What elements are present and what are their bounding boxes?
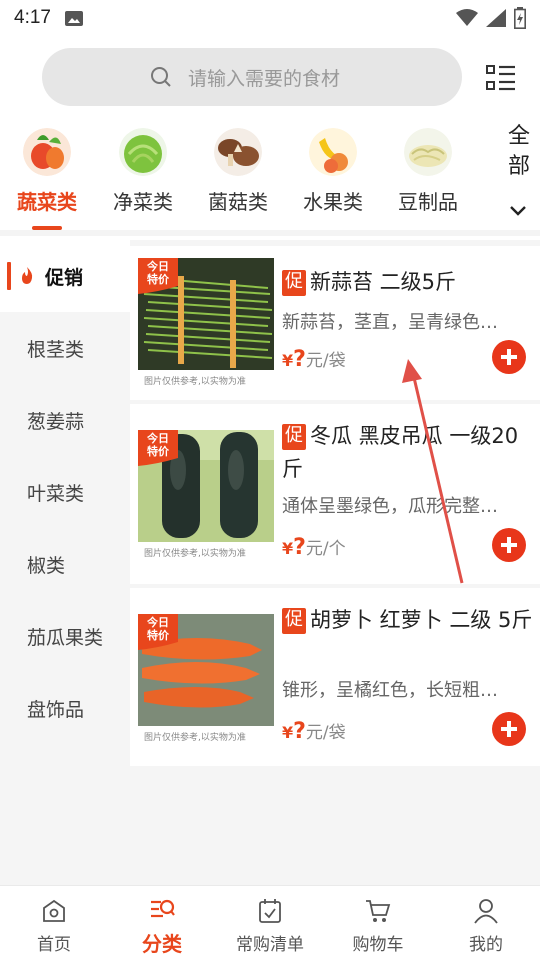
product-card[interactable]: 今日 特价 图片仅供参考,以实物为准 促冬瓜 黑皮吊瓜 一级20斤 通体呈墨绿色，… — [130, 404, 540, 584]
list-view-icon[interactable] — [486, 64, 516, 92]
category-search-icon — [151, 899, 175, 918]
sidebar-item-garnish[interactable]: 盘饰品 — [0, 672, 130, 744]
sidebar-item-label: 茄瓜果类 — [27, 626, 104, 649]
product-card[interactable]: 今日 特价 图片仅供参考,以实物为准 促胡萝卜 红萝卜 二级 5斤 锥形，呈橘红色… — [130, 588, 540, 766]
product-price: ¥?元/袋 — [282, 347, 346, 372]
image-notification-icon — [64, 10, 83, 26]
profile-icon — [474, 899, 498, 924]
sidebar-active-indicator — [7, 262, 11, 290]
category-label: 水果类 — [303, 190, 363, 214]
product-image: 今日 特价 — [138, 614, 274, 726]
hot-flame-icon — [22, 267, 33, 284]
search-input[interactable]: 请输入需要的食材 — [42, 48, 462, 106]
product-title: 促胡萝卜 红萝卜 二级 5斤 — [282, 604, 534, 637]
status-time: 4:17 — [14, 7, 51, 28]
product-price: ¥?元/袋 — [282, 719, 346, 744]
product-list: 今日 特价 图片仅供参考,以实物为准 促新蒜苔 二级5斤 新蒜苔，茎直，呈青绿色…… — [130, 240, 540, 885]
category-mushrooms-image — [214, 128, 262, 176]
image-disclaimer: 图片仅供参考,以实物为准 — [144, 549, 246, 559]
promo-tag: 促 — [282, 270, 306, 296]
product-description: 锥形，呈橘红色，长短粗… — [282, 680, 498, 701]
sidebar-item-label: 根茎类 — [27, 338, 85, 361]
sidebar-item-label: 盘饰品 — [27, 698, 85, 721]
nav-home[interactable]: 首页 — [0, 886, 108, 960]
category-all-label: 全 部 — [507, 124, 530, 179]
promo-tag: 促 — [282, 608, 306, 634]
product-image: 今日 特价 — [138, 258, 274, 370]
annotation-arrow-icon — [402, 359, 464, 584]
nav-category[interactable]: 分类 — [108, 886, 216, 960]
category-fruits[interactable]: 水果类 — [286, 118, 380, 230]
sidebar-item-roots[interactable]: 根茎类 — [0, 312, 130, 384]
battery-icon — [514, 7, 526, 29]
add-to-cart-button[interactable] — [492, 528, 526, 562]
category-clean-vegetables-image — [119, 128, 167, 176]
category-soy-products[interactable]: 豆制品 — [381, 118, 475, 230]
status-right — [456, 7, 526, 29]
nav-label: 常购清单 — [236, 935, 304, 955]
sidebar-item-leafy[interactable]: 叶菜类 — [0, 456, 130, 528]
product-card[interactable]: 今日 特价 图片仅供参考,以实物为准 促新蒜苔 二级5斤 新蒜苔，茎直，呈青绿色…… — [130, 246, 540, 400]
category-label: 蔬菜类 — [17, 190, 77, 214]
sidebar-item-peppers[interactable]: 椒类 — [0, 528, 130, 600]
nav-label: 我的 — [469, 935, 503, 955]
status-bar: 4:17 — [0, 0, 540, 36]
product-description: 新蒜苔，茎直，呈青绿色… — [282, 312, 498, 333]
category-label: 菌菇类 — [208, 190, 268, 214]
nav-label: 分类 — [142, 932, 182, 956]
category-all-button[interactable]: 全 部 — [498, 118, 540, 230]
product-image: 今日 特价 — [138, 430, 274, 542]
search-row: 请输入需要的食材 — [0, 48, 540, 106]
today-special-badge-text: 今日 特价 — [147, 616, 169, 642]
nav-profile[interactable]: 我的 — [432, 886, 540, 960]
sidebar-item-gourds[interactable]: 茄瓜果类 — [0, 600, 130, 672]
category-vegetables[interactable]: 蔬菜类 — [0, 118, 94, 230]
search-icon — [151, 67, 171, 87]
sidebar-item-label: 促销 — [45, 266, 84, 289]
category-active-underline — [32, 226, 62, 230]
product-title: 促新蒜苔 二级5斤 — [282, 266, 534, 299]
category-label: 豆制品 — [398, 190, 458, 214]
image-disclaimer: 图片仅供参考,以实物为准 — [144, 377, 246, 387]
category-label: 净菜类 — [113, 190, 173, 214]
category-vegetables-image — [23, 128, 71, 176]
home-icon — [43, 899, 65, 922]
cart-icon — [366, 900, 391, 922]
category-clean-vegetables[interactable]: 净菜类 — [96, 118, 190, 230]
signal-icon — [486, 9, 506, 27]
add-to-cart-button[interactable] — [492, 340, 526, 374]
sidebar-item-label: 葱姜蒜 — [27, 410, 85, 433]
nav-label: 首页 — [37, 935, 71, 955]
chevron-down-icon — [510, 206, 526, 216]
add-to-cart-button[interactable] — [492, 712, 526, 746]
wifi-icon — [456, 9, 478, 26]
image-disclaimer: 图片仅供参考,以实物为准 — [144, 733, 246, 743]
category-mushrooms[interactable]: 菌菇类 — [191, 118, 285, 230]
promo-tag: 促 — [282, 424, 306, 450]
nav-cart[interactable]: 购物车 — [324, 886, 432, 960]
nav-frequent-list[interactable]: 常购清单 — [216, 886, 324, 960]
category-fruits-image — [309, 128, 357, 176]
search-placeholder: 请输入需要的食材 — [188, 68, 341, 90]
category-strip: 蔬菜类 净菜类 菌菇类 水果类 豆制品 全 部 — [0, 118, 540, 236]
bottom-navigation: 首页 分类 常购清单 购物车 我的 — [0, 885, 540, 960]
checklist-icon — [259, 899, 281, 923]
sidebar-item-label: 椒类 — [27, 554, 66, 577]
today-special-badge-text: 今日 特价 — [147, 260, 169, 286]
product-price: ¥?元/个 — [282, 535, 346, 560]
sidebar-item-label: 叶菜类 — [27, 482, 85, 505]
sidebar-item-scallion-ginger-garlic[interactable]: 葱姜蒜 — [0, 384, 130, 456]
sub-category-sidebar: 促销 根茎类 葱姜蒜 叶菜类 椒类 茄瓜果类 盘饰品 — [0, 240, 130, 885]
nav-label: 购物车 — [352, 935, 404, 955]
category-soy-products-image — [404, 128, 452, 176]
today-special-badge-text: 今日 特价 — [147, 432, 169, 458]
sidebar-item-promotion[interactable]: 促销 — [0, 240, 130, 312]
